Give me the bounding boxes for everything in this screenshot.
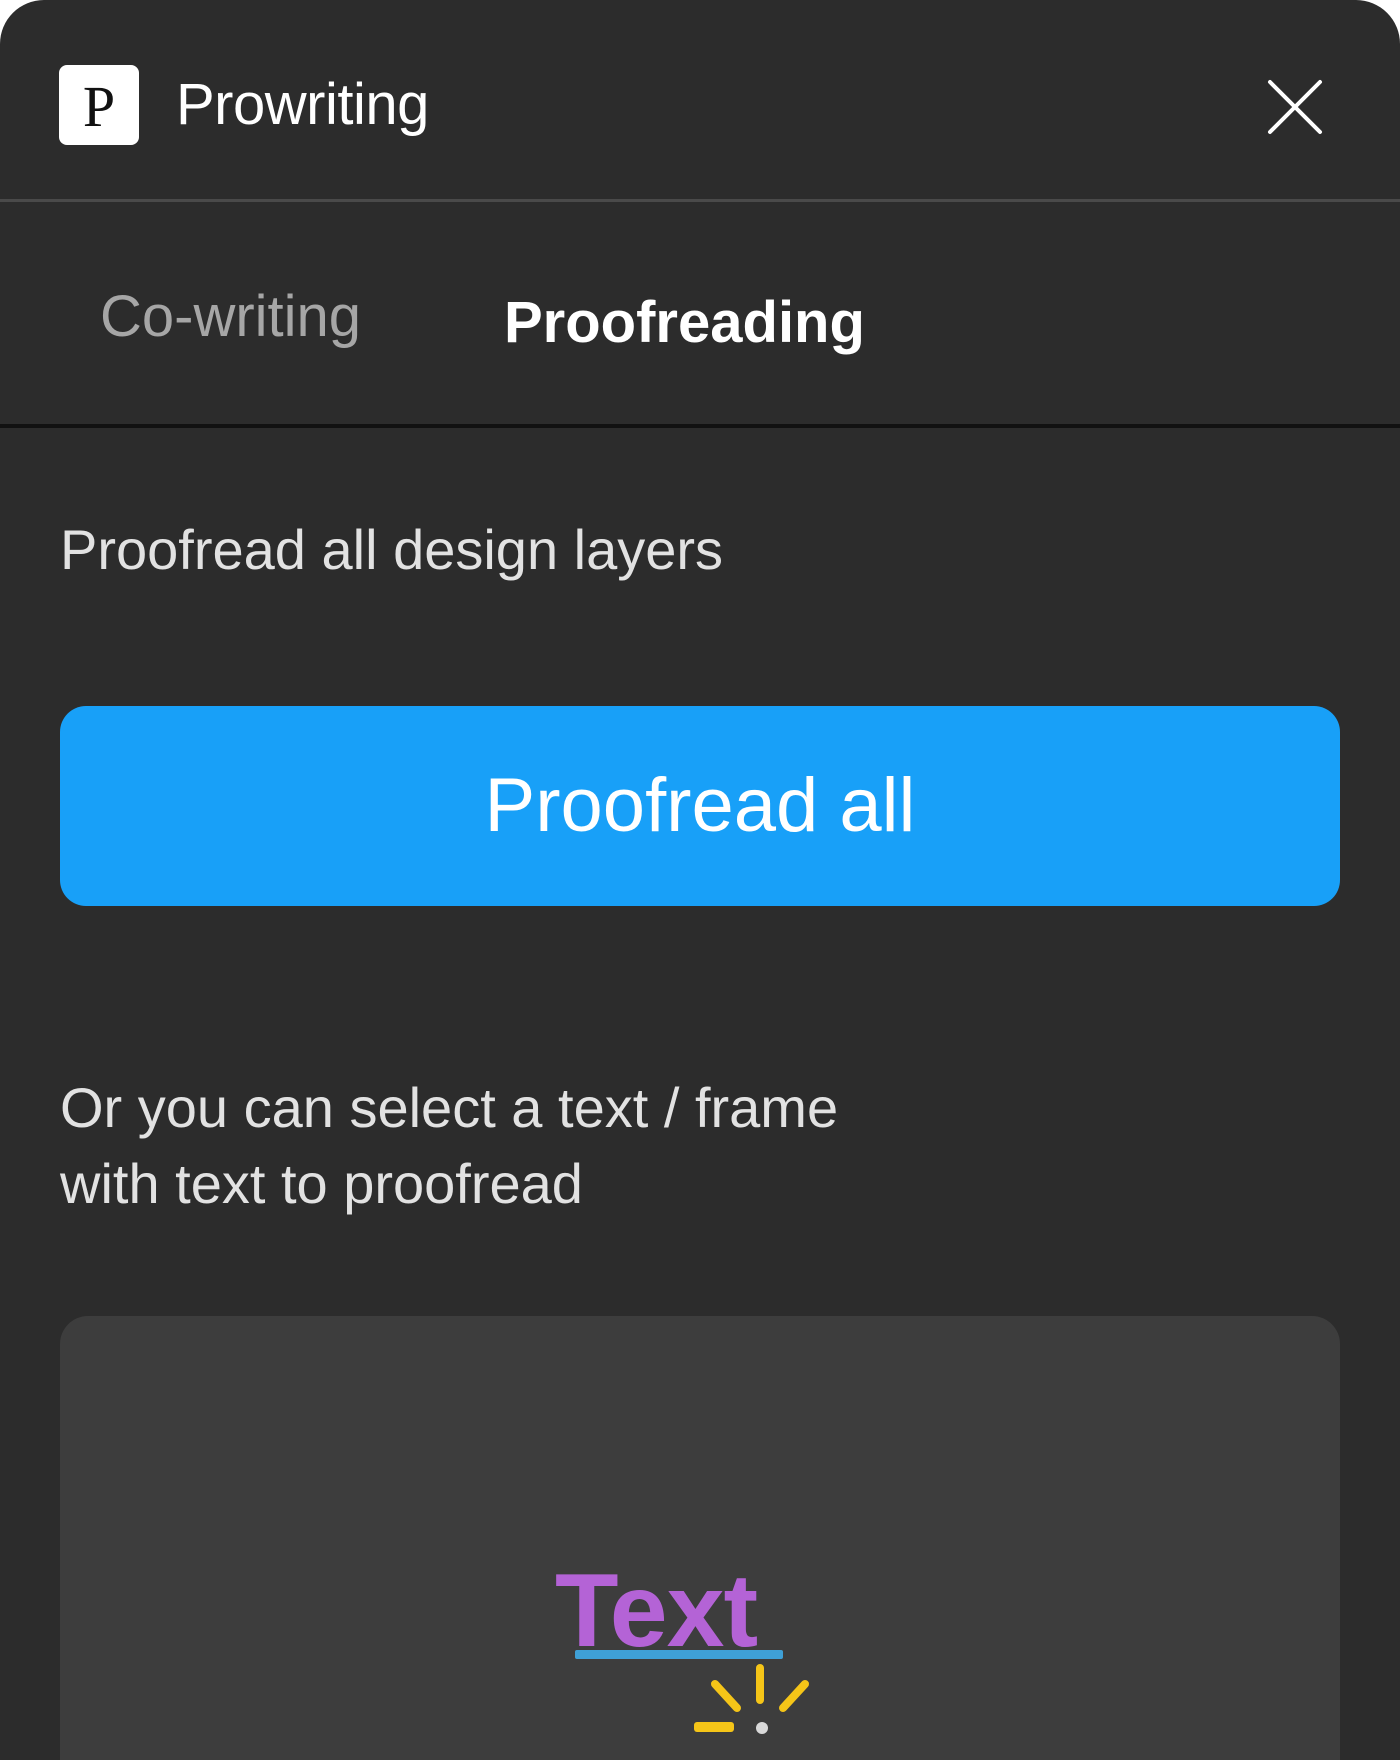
app-logo: P: [59, 65, 139, 145]
close-button[interactable]: [1262, 74, 1328, 140]
panel-header: P Prowriting: [0, 0, 1400, 202]
app-title: Prowriting: [176, 72, 429, 137]
close-icon: [1268, 80, 1322, 134]
hint-line-2: with text to proofread: [60, 1152, 583, 1215]
tab-co-writing[interactable]: Co-writing: [100, 282, 361, 352]
selection-illustration: Text: [60, 1316, 1340, 1760]
tab-proofreading[interactable]: Proofreading: [504, 288, 865, 358]
proofread-all-button[interactable]: Proofread all: [60, 706, 1340, 906]
section-heading: Proofread all design layers: [60, 518, 724, 581]
tab-bar: Co-writing Proofreading: [0, 202, 1400, 428]
plugin-panel: P Prowriting Co-writing Proofreading Pro…: [0, 0, 1400, 1760]
hint-line-1: Or you can select a text / frame: [60, 1076, 839, 1139]
selection-hint: Or you can select a text / frame with te…: [60, 1070, 1060, 1222]
sparkle-cursor-icon: [694, 1664, 809, 1734]
logo-letter: P: [82, 74, 116, 139]
